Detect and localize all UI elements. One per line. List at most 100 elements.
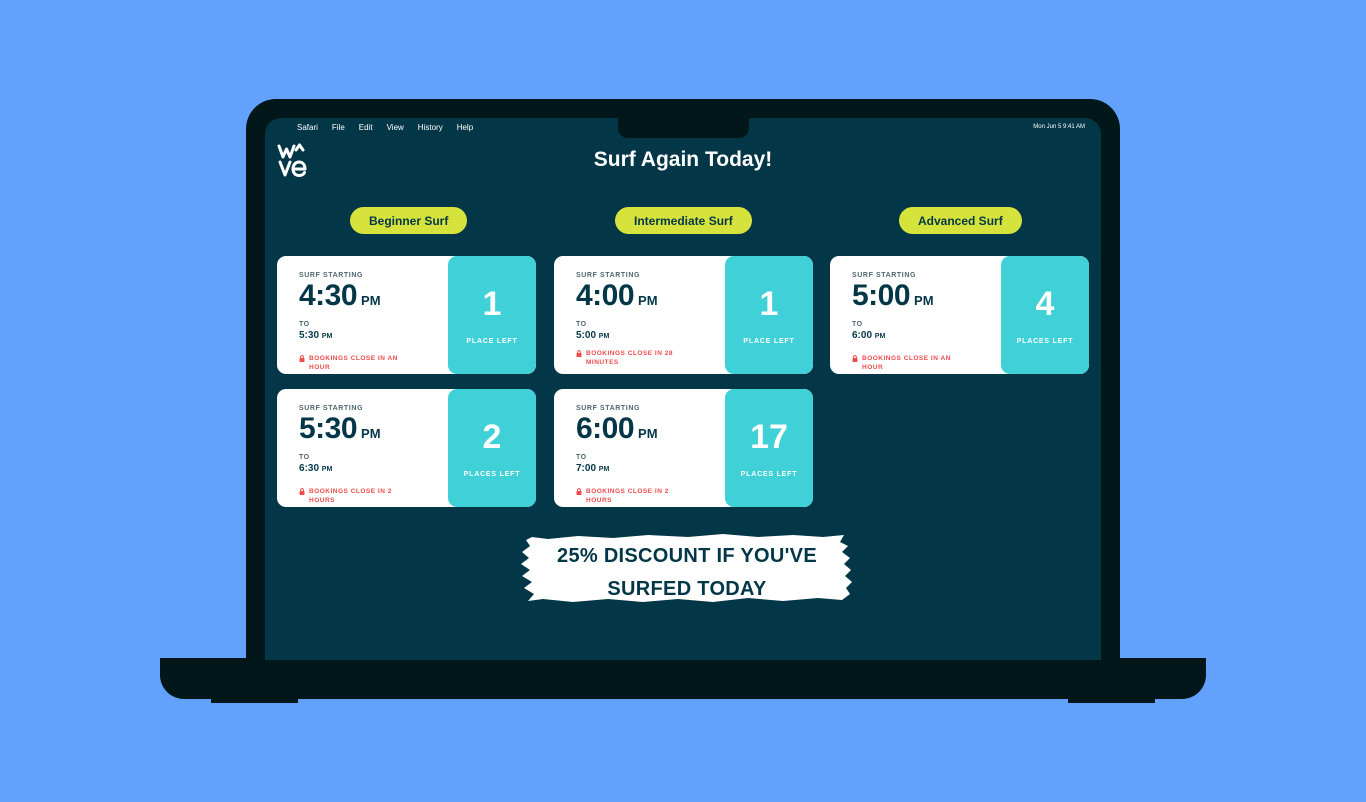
places-left-label: PLACE LEFT (466, 338, 518, 345)
end-time-value: 5:30 (299, 330, 320, 341)
end-time: 5:00 PM (576, 330, 658, 341)
places-left-panel: 4 PLACES LEFT (1001, 256, 1089, 374)
start-ampm: PM (361, 426, 381, 441)
places-left-count: 1 (482, 285, 502, 323)
session-card-intermediate-1800[interactable]: SURF STARTING 6:00 PM TO 7:00 PM BOOKINGS… (554, 389, 813, 507)
discount-banner: 25% DISCOUNT IF YOU'VE SURFED TODAY (518, 528, 856, 608)
session-info: SURF STARTING 6:00 PM TO 7:00 PM (576, 405, 658, 474)
booking-deadline-text: BOOKINGS CLOSE IN AN HOUR (862, 355, 951, 371)
laptop-screen: Safari File Edit View History Help Mon J… (265, 118, 1101, 660)
booking-deadline-text: BOOKINGS CLOSE IN AN HOUR (309, 355, 398, 371)
booking-deadline: BOOKINGS CLOSE IN 2 HOURS (299, 487, 419, 505)
session-card-beginner-1630[interactable]: SURF STARTING 4:30 PM TO 5:30 PM BOOKINGS… (277, 256, 536, 374)
start-time: 5:00 PM (852, 281, 934, 316)
laptop-base (160, 658, 1206, 699)
end-time-value: 5:00 (576, 330, 597, 341)
lock-icon (576, 488, 582, 495)
to-label: TO (852, 321, 863, 328)
end-ampm: PM (598, 333, 610, 340)
session-info: SURF STARTING 4:00 PM TO 5:00 PM (576, 272, 658, 341)
menu-safari[interactable]: Safari (297, 123, 318, 132)
lock-icon (576, 350, 582, 357)
to-label: TO (576, 321, 587, 328)
booking-deadline-text: BOOKINGS CLOSE IN 2 HOURS (586, 488, 669, 504)
surf-starting-label: SURF STARTING (299, 272, 364, 279)
start-ampm: PM (638, 293, 658, 308)
discount-text: 25% DISCOUNT IF YOU'VE SURFED TODAY (518, 540, 856, 606)
lock-icon (299, 355, 305, 362)
menu-edit[interactable]: Edit (359, 123, 373, 132)
booking-deadline: BOOKINGS CLOSE IN AN HOUR (852, 354, 972, 372)
start-time-value: 6:00 (576, 412, 635, 445)
end-ampm: PM (874, 333, 886, 340)
places-left-count: 4 (1035, 285, 1055, 323)
start-time-value: 5:30 (299, 412, 358, 445)
start-time: 6:00 PM (576, 414, 658, 449)
places-left-label: PLACES LEFT (463, 471, 521, 478)
session-card-beginner-1730[interactable]: SURF STARTING 5:30 PM TO 6:30 PM BOOKINGS… (277, 389, 536, 507)
places-left-panel: 1 PLACE LEFT (448, 256, 536, 374)
booking-deadline: BOOKINGS CLOSE IN AN HOUR (299, 354, 419, 372)
menu-clock[interactable]: Mon Jun 5 9:41 AM (1033, 124, 1085, 130)
start-ampm: PM (361, 293, 381, 308)
level-pill-beginner[interactable]: Beginner Surf (350, 207, 468, 234)
laptop-foot-right (1068, 697, 1155, 703)
to-label: TO (299, 454, 310, 461)
lock-icon (299, 488, 305, 495)
menu-file[interactable]: File (332, 123, 345, 132)
session-card-advanced-1700[interactable]: SURF STARTING 5:00 PM TO 6:00 PM BOOKINGS… (830, 256, 1089, 374)
start-time-value: 5:00 (852, 279, 911, 312)
end-time-value: 6:30 (299, 463, 320, 474)
end-ampm: PM (321, 333, 333, 340)
level-pill-intermediate[interactable]: Intermediate Surf (615, 207, 752, 234)
surf-starting-label: SURF STARTING (576, 405, 641, 412)
places-left-label: PLACES LEFT (1016, 338, 1074, 345)
places-left-count: 2 (482, 418, 502, 456)
session-info: SURF STARTING 5:00 PM TO 6:00 PM (852, 272, 934, 341)
end-ampm: PM (598, 466, 610, 473)
places-left-label: PLACE LEFT (743, 338, 795, 345)
end-time: 7:00 PM (576, 463, 658, 474)
menu-items: Safari File Edit View History Help (297, 123, 473, 132)
to-label: TO (299, 321, 310, 328)
menu-view[interactable]: View (387, 123, 404, 132)
places-left-panel: 2 PLACES LEFT (448, 389, 536, 507)
menu-bar: Safari File Edit View History Help Mon J… (265, 118, 1101, 138)
menu-help[interactable]: Help (457, 123, 473, 132)
menu-history[interactable]: History (418, 123, 443, 132)
end-time-value: 6:00 (852, 330, 873, 341)
start-ampm: PM (638, 426, 658, 441)
laptop-foot-left (211, 697, 298, 703)
end-ampm: PM (321, 466, 333, 473)
session-card-intermediate-1600[interactable]: SURF STARTING 4:00 PM TO 5:00 PM BOOKINGS… (554, 256, 813, 374)
booking-deadline-text: BOOKINGS CLOSE IN 2 HOURS (309, 488, 392, 504)
page-title: Surf Again Today! (593, 148, 773, 171)
booking-deadline: BOOKINGS CLOSE IN 2 HOURS (576, 487, 696, 505)
start-ampm: PM (914, 293, 934, 308)
surf-starting-label: SURF STARTING (299, 405, 364, 412)
surf-starting-label: SURF STARTING (852, 272, 917, 279)
start-time-value: 4:30 (299, 279, 358, 312)
discount-line-1: 25% DISCOUNT IF YOU'VE (557, 545, 817, 567)
places-left-count: 1 (759, 285, 779, 323)
to-label: TO (576, 454, 587, 461)
start-time: 5:30 PM (299, 414, 381, 449)
end-time-value: 7:00 (576, 463, 597, 474)
surf-starting-label: SURF STARTING (576, 272, 641, 279)
end-time: 6:00 PM (852, 330, 934, 341)
start-time-value: 4:00 (576, 279, 635, 312)
start-time: 4:30 PM (299, 281, 381, 316)
booking-deadline-text: BOOKINGS CLOSE IN 28 MINUTES (586, 350, 673, 366)
session-info: SURF STARTING 4:30 PM TO 5:30 PM (299, 272, 381, 341)
session-info: SURF STARTING 5:30 PM TO 6:30 PM (299, 405, 381, 474)
discount-line-2: SURFED TODAY (607, 578, 767, 600)
end-time: 6:30 PM (299, 463, 381, 474)
level-pill-advanced[interactable]: Advanced Surf (899, 207, 1022, 234)
places-left-panel: 1 PLACE LEFT (725, 256, 813, 374)
places-left-count: 17 (750, 418, 788, 456)
start-time: 4:00 PM (576, 281, 658, 316)
booking-deadline: BOOKINGS CLOSE IN 28 MINUTES (576, 349, 686, 367)
end-time: 5:30 PM (299, 330, 381, 341)
places-left-panel: 17 PLACES LEFT (725, 389, 813, 507)
places-left-label: PLACES LEFT (740, 471, 798, 478)
